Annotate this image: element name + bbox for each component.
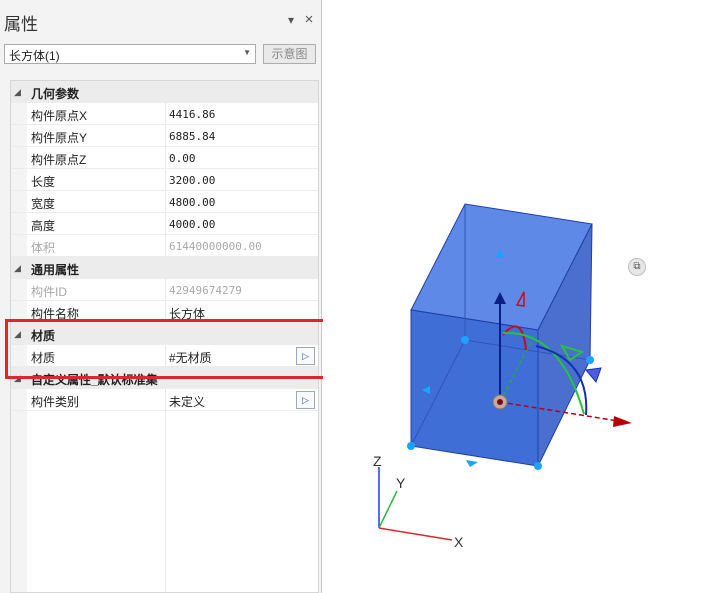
property-name: 构件原点X (31, 109, 88, 123)
category-label: 自定义属性_默认标准集 (31, 373, 158, 387)
category-material[interactable]: ◢ 材质 (11, 323, 318, 345)
property-value[interactable]: 未定义 (169, 393, 205, 410)
object-select[interactable]: 长方体(1) ▼ (4, 44, 256, 64)
property-row[interactable]: 构件名称 长方体 (11, 301, 318, 323)
property-value[interactable]: 3200.00 (169, 174, 215, 187)
collapse-triangle-icon[interactable]: ◢ (14, 327, 21, 341)
property-name: 构件ID (31, 285, 68, 299)
category-custom[interactable]: ◢ 自定义属性_默认标准集 (11, 367, 318, 389)
collapse-triangle-icon[interactable]: ◢ (14, 261, 21, 275)
preview-button[interactable]: 示意图 (263, 44, 316, 64)
category-label: 几何参数 (31, 87, 80, 101)
property-name: 宽度 (31, 197, 56, 211)
property-row-type[interactable]: 构件类别 未定义 ▷ (11, 389, 318, 411)
panel-title: 属性 (4, 15, 38, 34)
collapse-triangle-icon[interactable]: ◢ (14, 371, 21, 385)
property-row-readonly: 构件ID 42949674279 (11, 279, 318, 301)
property-value[interactable]: 0.00 (169, 152, 196, 165)
property-row-material[interactable]: 材质 #无材质 ▷ (11, 345, 318, 367)
category-geometry[interactable]: ◢ 几何参数 (11, 81, 318, 103)
property-value[interactable]: #无材质 (169, 349, 212, 366)
panel-header: 属性 ▾ × (0, 0, 322, 40)
property-value[interactable]: 4800.00 (169, 196, 215, 209)
material-picker-button[interactable]: ▷ (296, 347, 315, 365)
property-value: 42949674279 (169, 284, 242, 297)
object-select-value: 长方体(1) (9, 49, 60, 63)
property-row[interactable]: 构件原点X 4416.86 (11, 103, 318, 125)
pin-dropdown-icon[interactable]: ▾ (284, 11, 298, 29)
property-row[interactable]: 宽度 4800.00 (11, 191, 318, 213)
chevron-down-icon: ▼ (243, 48, 251, 57)
property-name: 构件原点Y (31, 131, 88, 145)
category-label: 材质 (31, 329, 56, 343)
type-picker-button[interactable]: ▷ (296, 391, 315, 409)
property-name: 体积 (31, 241, 56, 255)
properties-panel: 属性 ▾ × 长方体(1) ▼ 示意图 ◢ 几何参数 构件原点X 4416.86… (0, 0, 322, 593)
property-row[interactable]: 长度 3200.00 (11, 169, 318, 191)
property-name: 材质 (31, 351, 56, 365)
property-row[interactable]: 高度 4000.00 (11, 213, 318, 235)
property-name: 构件名称 (31, 307, 80, 321)
property-row-readonly: 体积 61440000000.00 (11, 235, 318, 257)
property-value[interactable]: 4000.00 (169, 218, 215, 231)
3d-viewport[interactable] (323, 0, 708, 593)
property-name: 长度 (31, 175, 56, 189)
property-grid: ◢ 几何参数 构件原点X 4416.86 构件原点Y 6885.84 构件原点Z… (10, 80, 319, 593)
property-row[interactable]: 构件原点Y 6885.84 (11, 125, 318, 147)
property-name: 构件类别 (31, 395, 80, 409)
property-row[interactable]: 构件原点Z 0.00 (11, 147, 318, 169)
property-value[interactable]: 6885.84 (169, 130, 215, 143)
property-value[interactable]: 长方体 (169, 305, 205, 322)
close-icon[interactable]: × (302, 11, 316, 29)
category-label: 通用属性 (31, 263, 80, 277)
property-value[interactable]: 4416.86 (169, 108, 215, 121)
collapse-triangle-icon[interactable]: ◢ (14, 85, 21, 99)
property-value: 61440000000.00 (169, 240, 262, 253)
property-name: 高度 (31, 219, 56, 233)
view-cube-icon[interactable]: ⧉ (628, 258, 646, 276)
category-general[interactable]: ◢ 通用属性 (11, 257, 318, 279)
property-name: 构件原点Z (31, 153, 87, 167)
